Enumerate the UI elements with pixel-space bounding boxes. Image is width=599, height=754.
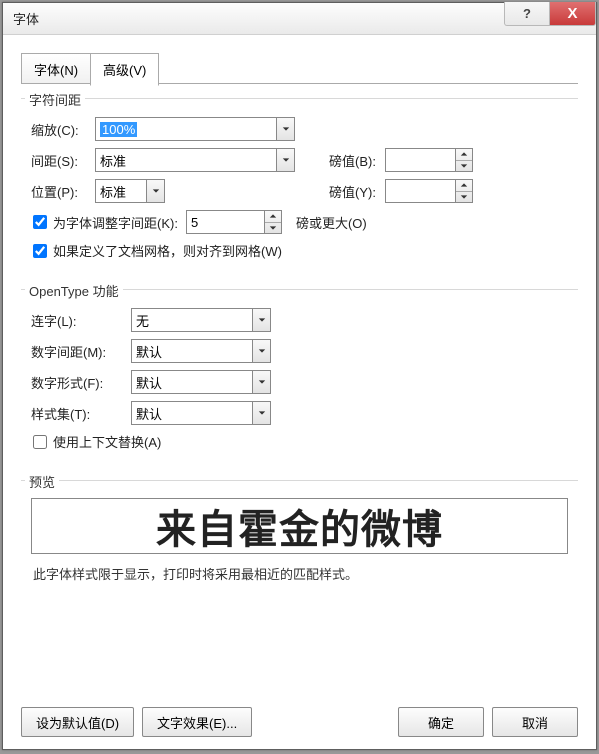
spacing-group: 字符间距 缩放(C): 100% 间距(S): 标准 磅值(B):	[21, 98, 578, 275]
preview-group: 预览 来自霍金的微博 此字体样式限于显示，打印时将采用最相近的匹配样式。	[21, 480, 578, 591]
dropdown-arrow-icon[interactable]	[252, 309, 270, 331]
pts2-input[interactable]	[385, 179, 455, 203]
tab-advanced[interactable]: 高级(V)	[90, 53, 159, 86]
dropdown-arrow-icon[interactable]	[276, 149, 294, 171]
opentype-group-title: OpenType 功能	[25, 281, 123, 300]
kerning-unit-label: 磅或更大(O)	[296, 213, 367, 232]
position-combo[interactable]: 标准	[95, 179, 165, 203]
spacing-group-title: 字符间距	[25, 90, 85, 109]
text-effects-button[interactable]: 文字效果(E)...	[142, 707, 252, 737]
pts1-input[interactable]	[385, 148, 455, 172]
titlebar[interactable]: 字体 ? X	[3, 3, 596, 35]
set-default-button[interactable]: 设为默认值(D)	[21, 707, 134, 737]
preview-group-title: 预览	[25, 472, 59, 491]
kerning-spinner[interactable]	[186, 210, 282, 234]
dropdown-arrow-icon[interactable]	[146, 180, 164, 202]
context-alt-checkbox[interactable]	[33, 435, 47, 449]
dropdown-arrow-icon[interactable]	[252, 371, 270, 393]
spin-down-icon[interactable]	[265, 223, 281, 234]
numform-combo[interactable]: 默认	[131, 370, 271, 394]
numspace-combo[interactable]: 默认	[131, 339, 271, 363]
font-dialog: 字体 ? X 字体(N) 高级(V) 字符间距 缩放(C): 100%	[2, 2, 597, 750]
spacing-label: 间距(S):	[31, 151, 95, 170]
pts1-label: 磅值(B):	[329, 151, 385, 170]
window-title: 字体	[13, 9, 39, 28]
ligatures-label: 连字(L):	[31, 311, 131, 330]
styleset-combo[interactable]: 默认	[131, 401, 271, 425]
scale-combo[interactable]: 100%	[95, 117, 295, 141]
dropdown-arrow-icon[interactable]	[276, 118, 294, 140]
spacing-combo[interactable]: 标准	[95, 148, 295, 172]
spin-up-icon[interactable]	[456, 149, 472, 161]
snap-grid-label: 如果定义了文档网格，则对齐到网格(W)	[53, 241, 282, 260]
preview-box: 来自霍金的微博	[31, 498, 568, 554]
ligatures-combo[interactable]: 无	[131, 308, 271, 332]
dropdown-arrow-icon[interactable]	[252, 402, 270, 424]
kerning-input[interactable]	[186, 210, 264, 234]
snap-grid-checkbox[interactable]	[33, 244, 47, 258]
dropdown-arrow-icon[interactable]	[252, 340, 270, 362]
tab-font[interactable]: 字体(N)	[21, 53, 91, 86]
opentype-group: OpenType 功能 连字(L): 无 数字间距(M): 默认	[21, 289, 578, 466]
spin-down-icon[interactable]	[456, 192, 472, 203]
pts2-spinner[interactable]	[385, 179, 473, 203]
spin-up-icon[interactable]	[456, 180, 472, 192]
cancel-button[interactable]: 取消	[492, 707, 578, 737]
preview-note: 此字体样式限于显示，打印时将采用最相近的匹配样式。	[33, 564, 568, 583]
position-label: 位置(P):	[31, 182, 95, 201]
pts2-label: 磅值(Y):	[329, 182, 385, 201]
numform-label: 数字形式(F):	[31, 373, 131, 392]
styleset-label: 样式集(T):	[31, 404, 131, 423]
context-alt-label: 使用上下文替换(A)	[53, 432, 161, 451]
help-button[interactable]: ?	[504, 2, 550, 26]
ok-button[interactable]: 确定	[398, 707, 484, 737]
kerning-label: 为字体调整字间距(K):	[53, 213, 178, 232]
close-button[interactable]: X	[550, 2, 596, 26]
spin-up-icon[interactable]	[265, 211, 281, 223]
numspace-label: 数字间距(M):	[31, 342, 131, 361]
kerning-checkbox[interactable]	[33, 215, 47, 229]
preview-text: 来自霍金的微博	[156, 497, 443, 555]
spin-down-icon[interactable]	[456, 161, 472, 172]
scale-label: 缩放(C):	[31, 120, 95, 139]
pts1-spinner[interactable]	[385, 148, 473, 172]
